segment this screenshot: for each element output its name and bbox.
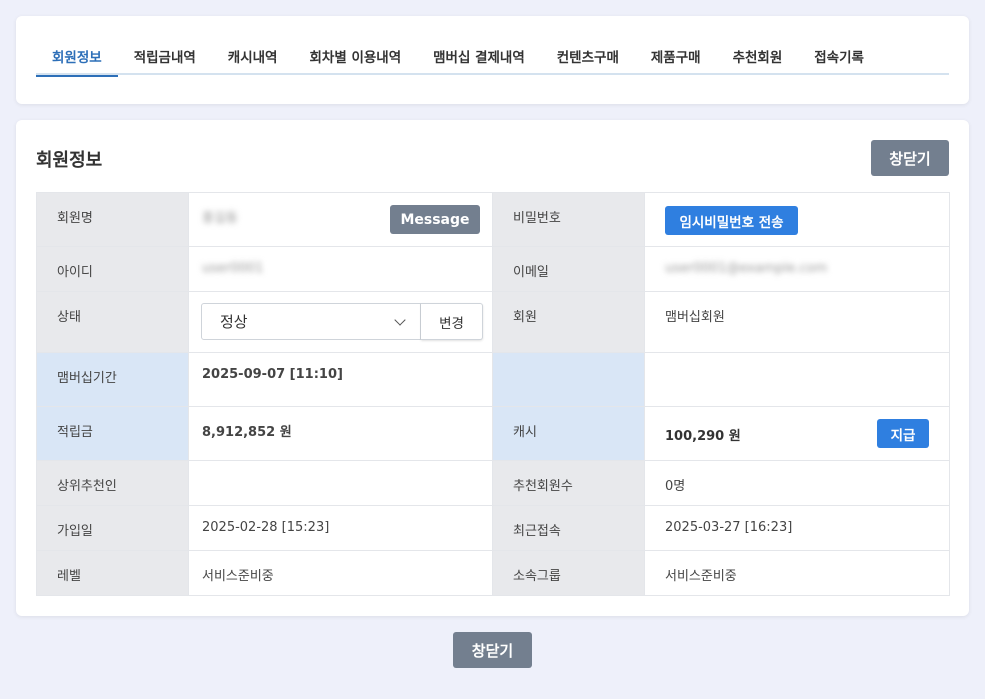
status-select-value: 정상 (220, 313, 248, 331)
cash-cell: 100,290 원 지급 (644, 406, 950, 461)
status-control: 정상 변경 (201, 303, 483, 340)
email-value: user0001@example.com (665, 261, 828, 276)
points-value: 8,912,852 원 (188, 406, 493, 461)
cash-value: 100,290 원 (665, 429, 741, 444)
empty-label-cell (492, 352, 645, 407)
tabs-card: 회원정보 적립금내역 캐시내역 회차별 이용내역 맴버십 결제내역 컨텐츠구매 … (16, 16, 969, 104)
id-label: 아이디 (36, 246, 189, 292)
level-label: 레벨 (36, 550, 189, 596)
table-row: 상위추천인 추천회원수 0명 (36, 460, 950, 506)
table-row: 맴버십기간 2025-09-07 [11:10] (36, 352, 950, 407)
status-label: 상태 (36, 291, 189, 353)
table-row: 가입일 2025-02-28 [15:23] 최근접속 2025-03-27 [… (36, 505, 950, 551)
referrer-value (188, 460, 493, 506)
membership-period-label: 맴버십기간 (36, 352, 189, 407)
send-temp-password-button[interactable]: 임시비밀번호 전송 (665, 206, 798, 235)
last-login-value: 2025-03-27 [16:23] (644, 505, 950, 551)
chevron-down-icon (394, 313, 406, 326)
tab-bar: 회원정보 적립금내역 캐시내역 회차별 이용내역 맴버십 결제내역 컨텐츠구매 … (36, 38, 949, 77)
name-label: 회원명 (36, 192, 189, 247)
empty-value-cell (644, 352, 950, 407)
id-cell: user0001 (188, 246, 493, 292)
email-label: 이메일 (492, 246, 645, 292)
status-change-button[interactable]: 변경 (421, 303, 483, 340)
close-button-top[interactable]: 창닫기 (871, 140, 949, 176)
table-row: 상태 정상 변경 회원 맴버십회원 (36, 291, 950, 353)
tab-access-log[interactable]: 접속기록 (798, 38, 880, 75)
tab-session-usage[interactable]: 회차별 이용내역 (293, 38, 417, 75)
id-value: user0001 (202, 261, 264, 276)
joined-value: 2025-02-28 [15:23] (188, 505, 493, 551)
level-value: 서비스준비중 (188, 550, 493, 596)
name-value: 홍길동 (202, 211, 238, 226)
member-info-panel: 회원정보 창닫기 회원명 홍길동 Message 비밀번호 임시비밀번호 전송 … (16, 120, 969, 616)
table-row: 레벨 서비스준비중 소속그룹 서비스준비중 (36, 550, 950, 596)
password-label: 비밀번호 (492, 192, 645, 247)
cash-label: 캐시 (492, 406, 645, 461)
referral-count-label: 추천회원수 (492, 460, 645, 506)
points-label: 적립금 (36, 406, 189, 461)
tab-cash-history[interactable]: 캐시내역 (212, 38, 294, 75)
member-type-label: 회원 (492, 291, 645, 353)
tab-member-info[interactable]: 회원정보 (36, 38, 118, 77)
tab-content-purchases[interactable]: 컨텐츠구매 (541, 38, 635, 75)
referral-count-value: 0명 (644, 460, 950, 506)
message-button[interactable]: Message (390, 205, 480, 234)
tab-points-history[interactable]: 적립금내역 (118, 38, 212, 75)
table-row: 적립금 8,912,852 원 캐시 100,290 원 지급 (36, 406, 950, 461)
member-info-table: 회원명 홍길동 Message 비밀번호 임시비밀번호 전송 아이디 user0… (36, 192, 950, 596)
status-cell: 정상 변경 (188, 291, 493, 353)
table-row: 회원명 홍길동 Message 비밀번호 임시비밀번호 전송 (36, 192, 950, 247)
page-title: 회원정보 (36, 150, 103, 171)
group-value: 서비스준비중 (644, 550, 950, 596)
email-cell: user0001@example.com (644, 246, 950, 292)
joined-label: 가입일 (36, 505, 189, 551)
status-select[interactable]: 정상 (201, 303, 421, 340)
group-label: 소속그룹 (492, 550, 645, 596)
tab-product-purchases[interactable]: 제품구매 (635, 38, 717, 75)
last-login-label: 최근접속 (492, 505, 645, 551)
referrer-label: 상위추천인 (36, 460, 189, 506)
name-cell: 홍길동 Message (188, 192, 493, 247)
tab-membership-payments[interactable]: 맴버십 결제내역 (417, 38, 541, 75)
password-cell: 임시비밀번호 전송 (644, 192, 950, 247)
membership-period-value: 2025-09-07 [11:10] (188, 352, 493, 407)
tab-referred-members[interactable]: 추천회원 (717, 38, 799, 75)
member-type-value: 맴버십회원 (644, 291, 950, 353)
pay-button[interactable]: 지급 (877, 419, 929, 448)
close-button-bottom[interactable]: 창닫기 (453, 632, 532, 668)
table-row: 아이디 user0001 이메일 user0001@example.com (36, 246, 950, 292)
